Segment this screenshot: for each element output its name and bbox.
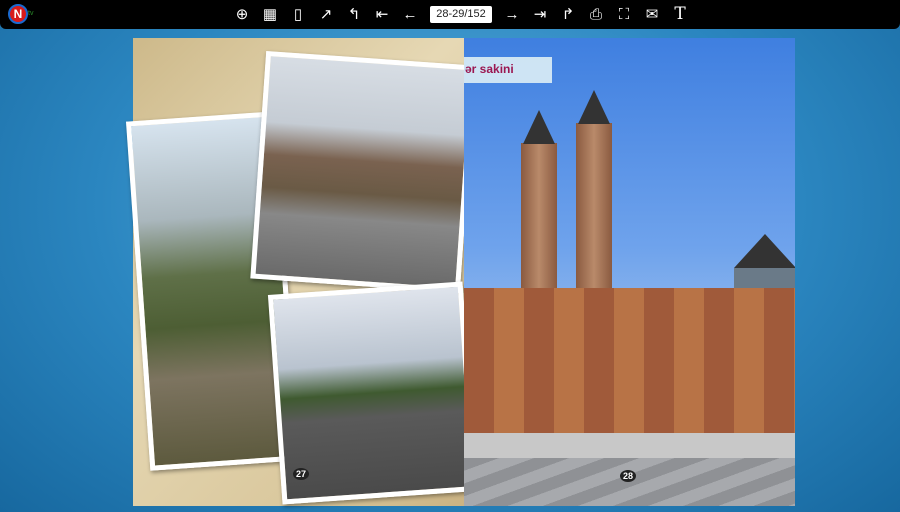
share-icon[interactable]: ↗ <box>312 3 340 25</box>
email-icon[interactable]: ✉ <box>638 3 666 25</box>
right-page-number: 28 <box>620 470 637 482</box>
tower-cap <box>734 234 795 268</box>
right-page[interactable]: 28 <box>464 38 795 506</box>
mosque-base <box>464 433 795 458</box>
minaret-cap <box>523 110 555 144</box>
next-page-icon[interactable]: → <box>498 3 526 25</box>
thumbnails-icon[interactable]: ▦ <box>256 3 284 25</box>
left-page[interactable]: 27 <box>125 38 478 506</box>
page-caption: ər sakini <box>464 57 552 83</box>
left-page-number: 27 <box>293 468 310 480</box>
toolbar: N tv ⊕ ▦ ▯ ↗ ↰ ⇤ ← 28-29/152 → ⇥ ↱ ⎙ ⛶ ✉… <box>0 0 900 29</box>
logo-text: tv <box>28 10 34 17</box>
zoom-in-icon[interactable]: ⊕ <box>228 3 256 25</box>
logo[interactable]: N tv <box>6 3 46 25</box>
fortress-photo <box>250 50 476 294</box>
previous-page-icon[interactable]: ← <box>396 3 424 25</box>
text-icon[interactable]: T <box>666 3 694 25</box>
fullscreen-icon[interactable]: ⛶ <box>610 3 638 25</box>
first-page-icon[interactable]: ⇤ <box>368 3 396 25</box>
print-icon[interactable]: ⎙ <box>582 3 610 25</box>
single-page-icon[interactable]: ▯ <box>284 3 312 25</box>
forward-icon[interactable]: ↱ <box>554 3 582 25</box>
logo-letter: N <box>8 4 28 24</box>
page-indicator-input[interactable]: 28-29/152 <box>430 5 492 23</box>
last-page-icon[interactable]: ⇥ <box>526 3 554 25</box>
plaza <box>464 458 795 506</box>
minaret-cap <box>578 90 610 124</box>
first-page-back-icon[interactable]: ↰ <box>340 3 368 25</box>
flipbook[interactable]: 27 28 ər sakini <box>125 38 795 506</box>
